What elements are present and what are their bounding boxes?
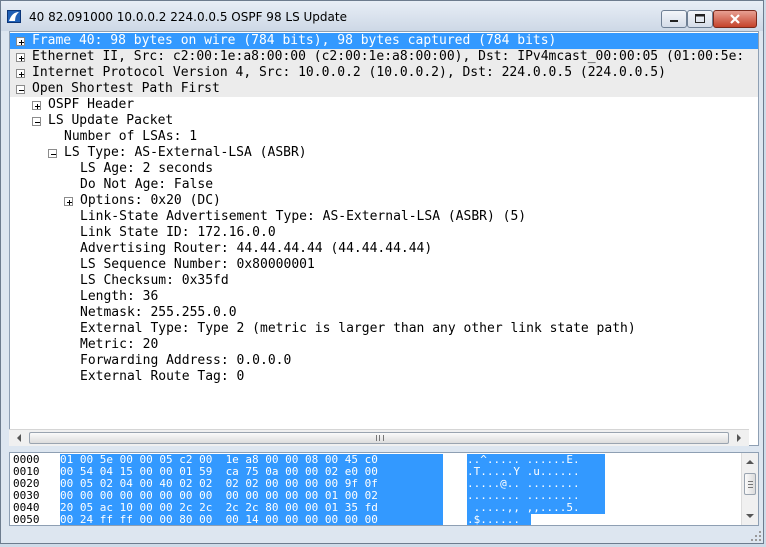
tree-row-label: Frame 40: 98 bytes on wire (784 bits), 9… (32, 33, 557, 48)
tree-row-label: External Route Tag: 0 (80, 369, 245, 384)
expand-plus-icon[interactable] (16, 69, 25, 78)
tree-row[interactable]: Frame 40: 98 bytes on wire (784 bits), 9… (10, 33, 758, 49)
maximize-button[interactable] (687, 10, 713, 28)
close-button[interactable] (713, 10, 757, 28)
tree-row[interactable]: Length: 36 (10, 289, 758, 305)
tree-row[interactable]: Open Shortest Path First (10, 81, 758, 97)
vertical-scroll-thumb[interactable] (744, 473, 756, 495)
minimize-icon (670, 20, 678, 22)
tree-row[interactable]: LS Update Packet (10, 113, 758, 129)
expand-plus-icon[interactable] (16, 53, 25, 62)
expand-plus-icon[interactable] (16, 37, 25, 46)
vertical-scrollbar[interactable] (741, 453, 758, 525)
window-title: 40 82.091000 10.0.0.2 224.0.0.5 OSPF 98 … (29, 10, 347, 24)
expand-plus-icon[interactable] (32, 101, 41, 110)
tree-row[interactable]: OSPF Header (10, 97, 758, 113)
wireshark-shark-fin-icon (7, 10, 21, 23)
tree-row-label: Advertising Router: 44.44.44.44 (44.44.4… (80, 241, 433, 256)
scroll-grip-icon (376, 435, 384, 441)
packet-details-tree[interactable]: Frame 40: 98 bytes on wire (784 bits), 9… (9, 31, 759, 446)
collapse-minus-icon[interactable] (32, 117, 41, 126)
tree-row[interactable]: External Type: Type 2 (metric is larger … (10, 321, 758, 337)
byte-offset: 0050 (13, 513, 40, 526)
tree-row-label: LS Age: 2 seconds (80, 161, 214, 176)
horizontal-scrollbar[interactable] (9, 429, 749, 446)
tree-row-label: Link State ID: 172.16.0.0 (80, 225, 276, 240)
tree-row-label: Open Shortest Path First (32, 81, 220, 96)
scroll-left-arrow-icon[interactable] (13, 432, 25, 444)
scroll-down-arrow-icon[interactable] (744, 510, 756, 522)
tree-row[interactable]: Do Not Age: False (10, 177, 758, 193)
tree-row-label: OSPF Header (48, 97, 135, 112)
tree-row-label: Number of LSAs: 1 (64, 129, 198, 144)
tree-row[interactable]: Netmask: 255.255.0.0 (10, 305, 758, 321)
packet-bytes-pane[interactable]: 0000 01 00 5e 00 00 05 c2 00 1e a8 00 00 … (9, 452, 759, 526)
tree-row-label: Internet Protocol Version 4, Src: 10.0.0… (32, 65, 666, 80)
tree-row-label: Forwarding Address: 0.0.0.0 (80, 353, 292, 368)
tree-row[interactable]: Link-State Advertisement Type: AS-Extern… (10, 209, 758, 225)
scroll-up-arrow-icon[interactable] (744, 456, 756, 468)
tree-row-label: Length: 36 (80, 289, 159, 304)
tree-row-label: Options: 0x20 (DC) (80, 193, 221, 208)
tree-row-label: LS Sequence Number: 0x80000001 (80, 257, 315, 272)
tree-row[interactable]: Metric: 20 (10, 337, 758, 353)
tree-row-label: LS Update Packet (48, 113, 174, 128)
tree-row[interactable]: Ethernet II, Src: c2:00:1e:a8:00:00 (c2:… (10, 49, 758, 65)
expand-plus-icon[interactable] (64, 197, 73, 206)
tree-row[interactable]: Advertising Router: 44.44.44.44 (44.44.4… (10, 241, 758, 257)
tree-row-label: External Type: Type 2 (metric is larger … (80, 321, 636, 336)
tree-row[interactable]: Internet Protocol Version 4, Src: 10.0.0… (10, 65, 758, 81)
scroll-right-arrow-icon[interactable] (733, 432, 745, 444)
tree-row[interactable]: Number of LSAs: 1 (10, 129, 758, 145)
ascii-bytes[interactable]: .$...... (467, 514, 531, 525)
resize-grip-icon[interactable] (747, 527, 763, 543)
tree-row-label: Metric: 20 (80, 337, 159, 352)
tree-row-label: Ethernet II, Src: c2:00:1e:a8:00:00 (c2:… (32, 49, 745, 64)
tree-row[interactable]: LS Type: AS-External-LSA (ASBR) (10, 145, 758, 161)
minimize-button[interactable] (661, 10, 687, 28)
tree-row[interactable]: External Route Tag: 0 (10, 369, 758, 385)
tree-row[interactable]: Options: 0x20 (DC) (10, 193, 758, 209)
tree-row[interactable]: LS Checksum: 0x35fd (10, 273, 758, 289)
close-icon (730, 14, 740, 24)
tree-row-label: Do Not Age: False (80, 177, 214, 192)
tree-row[interactable]: Link State ID: 172.16.0.0 (10, 225, 758, 241)
tree-row[interactable]: LS Age: 2 seconds (10, 161, 758, 177)
collapse-minus-icon[interactable] (16, 85, 25, 94)
horizontal-scroll-thumb[interactable] (29, 432, 729, 444)
collapse-minus-icon[interactable] (48, 149, 57, 158)
title-bar[interactable]: 40 82.091000 10.0.0.2 224.0.0.5 OSPF 98 … (1, 1, 763, 31)
tree-row[interactable]: LS Sequence Number: 0x80000001 (10, 257, 758, 273)
tree-row-label: LS Type: AS-External-LSA (ASBR) (64, 145, 307, 160)
tree-row[interactable]: Forwarding Address: 0.0.0.0 (10, 353, 758, 369)
tree-row-label: Netmask: 255.255.0.0 (80, 305, 237, 320)
tree-row-label: LS Checksum: 0x35fd (80, 273, 229, 288)
hex-bytes[interactable]: 00 24 ff ff 00 00 80 00 00 14 00 00 00 0… (60, 514, 443, 525)
packet-details-window: 40 82.091000 10.0.0.2 224.0.0.5 OSPF 98 … (0, 0, 764, 544)
tree-row-label: Link-State Advertisement Type: AS-Extern… (80, 209, 527, 224)
